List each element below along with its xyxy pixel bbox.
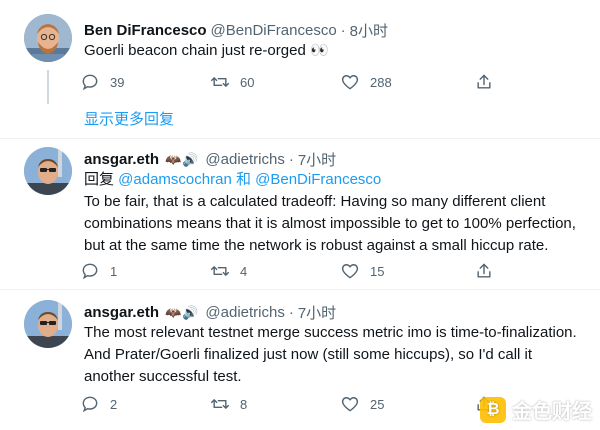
reply-count: 1 xyxy=(110,263,118,279)
reply-button[interactable]: 1 xyxy=(80,259,117,283)
reply-button[interactable]: 39 xyxy=(80,70,124,94)
retweet-icon xyxy=(210,266,230,276)
avatar-ben[interactable] xyxy=(24,14,72,62)
replying-and: 和 xyxy=(231,171,256,188)
like-button[interactable]: 25 xyxy=(340,392,384,416)
heart-icon xyxy=(341,75,359,90)
display-name[interactable]: ansgar.eth xyxy=(84,151,159,168)
retweet-count: 8 xyxy=(240,396,248,412)
share-button[interactable] xyxy=(474,70,494,94)
mention-link[interactable]: @adamscochran xyxy=(118,171,232,188)
mention-link[interactable]: @BenDiFrancesco xyxy=(255,171,381,188)
reply-count: 2 xyxy=(110,396,118,412)
separator-dot: · xyxy=(288,304,294,321)
divider xyxy=(0,138,600,139)
retweet-button[interactable]: 8 xyxy=(210,392,247,416)
like-button[interactable]: 288 xyxy=(340,70,392,94)
avatar-ansgar[interactable] xyxy=(24,300,72,348)
tweet-text: Goerli beacon chain just re-orged 👀 xyxy=(84,42,329,59)
watermark-text: 金色财经 xyxy=(512,401,592,423)
avatar-ansgar[interactable] xyxy=(24,147,72,195)
like-count: 288 xyxy=(370,74,392,90)
display-name[interactable]: ansgar.eth xyxy=(84,304,159,321)
like-count: 25 xyxy=(370,396,385,412)
tweet-header: ansgar.eth 🦇🔊 @adietrichs · 7小时 xyxy=(84,149,336,170)
timestamp[interactable]: 7小时 xyxy=(298,302,336,323)
timestamp[interactable]: 8小时 xyxy=(350,20,388,41)
reply-count: 39 xyxy=(110,74,125,90)
reply-button[interactable]: 2 xyxy=(80,392,117,416)
timestamp[interactable]: 7小时 xyxy=(298,149,336,170)
tweet-actions: 2 8 25 xyxy=(80,392,500,416)
reply-icon xyxy=(82,74,98,91)
tweet-header: Ben DiFrancesco @BenDiFrancesco · 8小时 xyxy=(84,20,388,41)
reply-icon xyxy=(82,396,98,413)
retweet-icon xyxy=(210,399,230,409)
display-name[interactable]: Ben DiFrancesco xyxy=(84,22,207,39)
show-more-replies-link[interactable]: 显示更多回复 xyxy=(84,108,174,129)
retweet-button[interactable]: 4 xyxy=(210,259,247,283)
watermark-logo-icon: ₿ xyxy=(480,396,506,423)
like-button[interactable]: 15 xyxy=(340,259,384,283)
retweet-button[interactable]: 60 xyxy=(210,70,254,94)
retweet-count: 4 xyxy=(240,263,248,279)
user-handle[interactable]: @BenDiFrancesco xyxy=(211,22,337,39)
tweet-text: The most relevant testnet merge success … xyxy=(84,324,577,385)
tweet-actions: 39 60 288 xyxy=(80,70,500,94)
reply-icon xyxy=(82,263,98,280)
retweet-icon xyxy=(210,77,230,87)
separator-dot: · xyxy=(340,22,346,39)
heart-icon xyxy=(341,264,359,279)
thread-line xyxy=(47,70,49,104)
divider xyxy=(0,289,600,290)
heart-icon xyxy=(341,397,359,412)
share-icon xyxy=(477,74,491,89)
tweet-actions: 1 4 15 xyxy=(80,259,500,283)
user-handle[interactable]: @adietrichs xyxy=(205,151,284,168)
separator-dot: · xyxy=(288,151,294,168)
tweet-text: To be fair, that is a calculated tradeof… xyxy=(84,193,576,254)
share-icon xyxy=(477,263,491,278)
name-emoji-badges: 🦇🔊 xyxy=(165,304,200,320)
replying-to-prefix: 回复 xyxy=(84,171,119,188)
watermark: ₿ 金色财经 xyxy=(480,395,592,424)
like-count: 15 xyxy=(370,263,385,279)
name-emoji-badges: 🦇🔊 xyxy=(165,151,200,167)
tweet-header: ansgar.eth 🦇🔊 @adietrichs · 7小时 xyxy=(84,302,336,323)
replying-to: 回复 @adamscochran 和 @BenDiFrancesco xyxy=(84,169,584,191)
share-button[interactable] xyxy=(474,259,494,283)
retweet-count: 60 xyxy=(240,74,255,90)
user-handle[interactable]: @adietrichs xyxy=(205,304,284,321)
